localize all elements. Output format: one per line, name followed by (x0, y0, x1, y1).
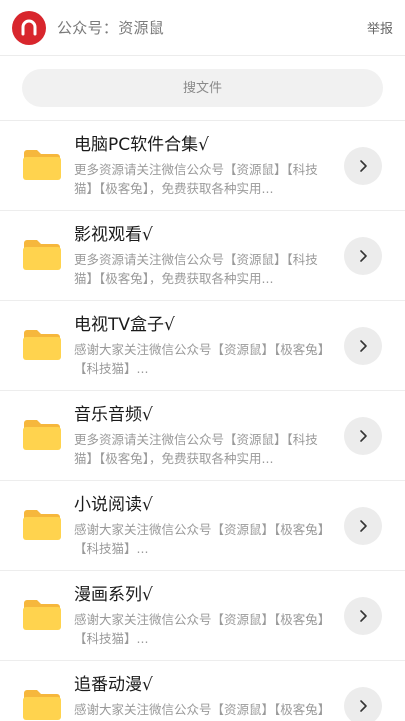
folder-list-item[interactable]: 电脑PC软件合集√ 更多资源请关注微信公众号【资源鼠】【科技猫】【极客兔】，免费… (0, 121, 405, 211)
folder-list-item[interactable]: 电视TV盒子√ 感谢大家关注微信公众号【资源鼠】【极客兔】【科技猫】... (0, 301, 405, 391)
item-description: 感谢大家关注微信公众号【资源鼠】【极客兔】【科技猫】... (74, 611, 331, 646)
chevron-right-icon (360, 429, 367, 442)
item-title: 影视观看√ (74, 224, 153, 245)
item-text: 电脑PC软件合集√ 更多资源请关注微信公众号【资源鼠】【科技猫】【极客兔】，免费… (74, 134, 344, 198)
folder-list-item[interactable]: 追番动漫√ 感谢大家关注微信公众号【资源鼠】【极客兔】【科技猫】... (0, 661, 405, 721)
open-folder-button[interactable] (344, 236, 382, 275)
folder-icon (22, 237, 62, 271)
header-bar: 公众号：资源鼠 举报 (0, 0, 405, 56)
report-button[interactable]: 举报 (359, 14, 393, 41)
open-folder-button[interactable] (344, 146, 382, 185)
folder-list-item[interactable]: 音乐音频√ 更多资源请关注微信公众号【资源鼠】【科技猫】【极客兔】，免费获取各种… (0, 391, 405, 481)
item-title: 小说阅读√ (74, 494, 153, 515)
item-text: 影视观看√ 更多资源请关注微信公众号【资源鼠】【科技猫】【极客兔】，免费获取各种… (74, 224, 344, 288)
item-title: 漫画系列√ (74, 584, 153, 605)
item-text: 音乐音频√ 更多资源请关注微信公众号【资源鼠】【科技猫】【极客兔】，免费获取各种… (74, 404, 344, 468)
item-text: 小说阅读√ 感谢大家关注微信公众号【资源鼠】【极客兔】【科技猫】... (74, 494, 344, 558)
folder-list-item[interactable]: 漫画系列√ 感谢大家关注微信公众号【资源鼠】【极客兔】【科技猫】... (0, 571, 405, 661)
folder-icon (22, 687, 62, 721)
item-description: 感谢大家关注微信公众号【资源鼠】【极客兔】【科技猫】... (74, 701, 331, 721)
chevron-right-icon (360, 609, 367, 622)
item-text: 追番动漫√ 感谢大家关注微信公众号【资源鼠】【极客兔】【科技猫】... (74, 674, 344, 721)
chevron-right-icon (360, 519, 367, 532)
channel-logo-icon[interactable] (12, 10, 46, 45)
item-description: 感谢大家关注微信公众号【资源鼠】【极客兔】【科技猫】... (74, 521, 331, 556)
item-title: 电脑PC软件合集√ (74, 134, 209, 155)
item-description: 感谢大家关注微信公众号【资源鼠】【极客兔】【科技猫】... (74, 341, 331, 376)
folder-icon (22, 507, 62, 541)
open-folder-button[interactable] (344, 416, 382, 455)
chevron-right-icon (360, 339, 367, 352)
item-description: 更多资源请关注微信公众号【资源鼠】【科技猫】【极客兔】，免费获取各种实用... (74, 161, 318, 196)
open-folder-button[interactable] (344, 686, 382, 721)
item-title: 追番动漫√ (74, 674, 153, 695)
folder-list: 电脑PC软件合集√ 更多资源请关注微信公众号【资源鼠】【科技猫】【极客兔】，免费… (0, 121, 405, 721)
folder-list-item[interactable]: 影视观看√ 更多资源请关注微信公众号【资源鼠】【科技猫】【极客兔】，免费获取各种… (0, 211, 405, 301)
search-input[interactable] (22, 69, 383, 107)
item-title: 电视TV盒子√ (74, 314, 175, 335)
folder-icon (22, 327, 62, 361)
item-text: 电视TV盒子√ 感谢大家关注微信公众号【资源鼠】【极客兔】【科技猫】... (74, 314, 344, 378)
item-title: 音乐音频√ (74, 404, 153, 425)
folder-icon (22, 417, 62, 451)
item-text: 漫画系列√ 感谢大家关注微信公众号【资源鼠】【极客兔】【科技猫】... (74, 584, 344, 648)
item-description: 更多资源请关注微信公众号【资源鼠】【科技猫】【极客兔】，免费获取各种实用... (74, 251, 318, 286)
open-folder-button[interactable] (344, 506, 382, 545)
app-root: 公众号：资源鼠 举报 电脑PC软件合集√ 更多资源请关注微信公众号【资源鼠】【科… (0, 0, 405, 721)
folder-icon (22, 597, 62, 631)
folder-list-item[interactable]: 小说阅读√ 感谢大家关注微信公众号【资源鼠】【极客兔】【科技猫】... (0, 481, 405, 571)
item-description: 更多资源请关注微信公众号【资源鼠】【科技猫】【极客兔】，免费获取各种实用... (74, 431, 318, 466)
chevron-right-icon (360, 249, 367, 262)
open-folder-button[interactable] (344, 326, 382, 365)
page-title: 公众号：资源鼠 (57, 19, 165, 37)
search-bar (0, 56, 405, 120)
chevron-right-icon (360, 699, 367, 712)
chevron-right-icon (360, 159, 367, 172)
horseshoe-icon (21, 19, 37, 35)
open-folder-button[interactable] (344, 596, 382, 635)
folder-icon (22, 147, 62, 181)
